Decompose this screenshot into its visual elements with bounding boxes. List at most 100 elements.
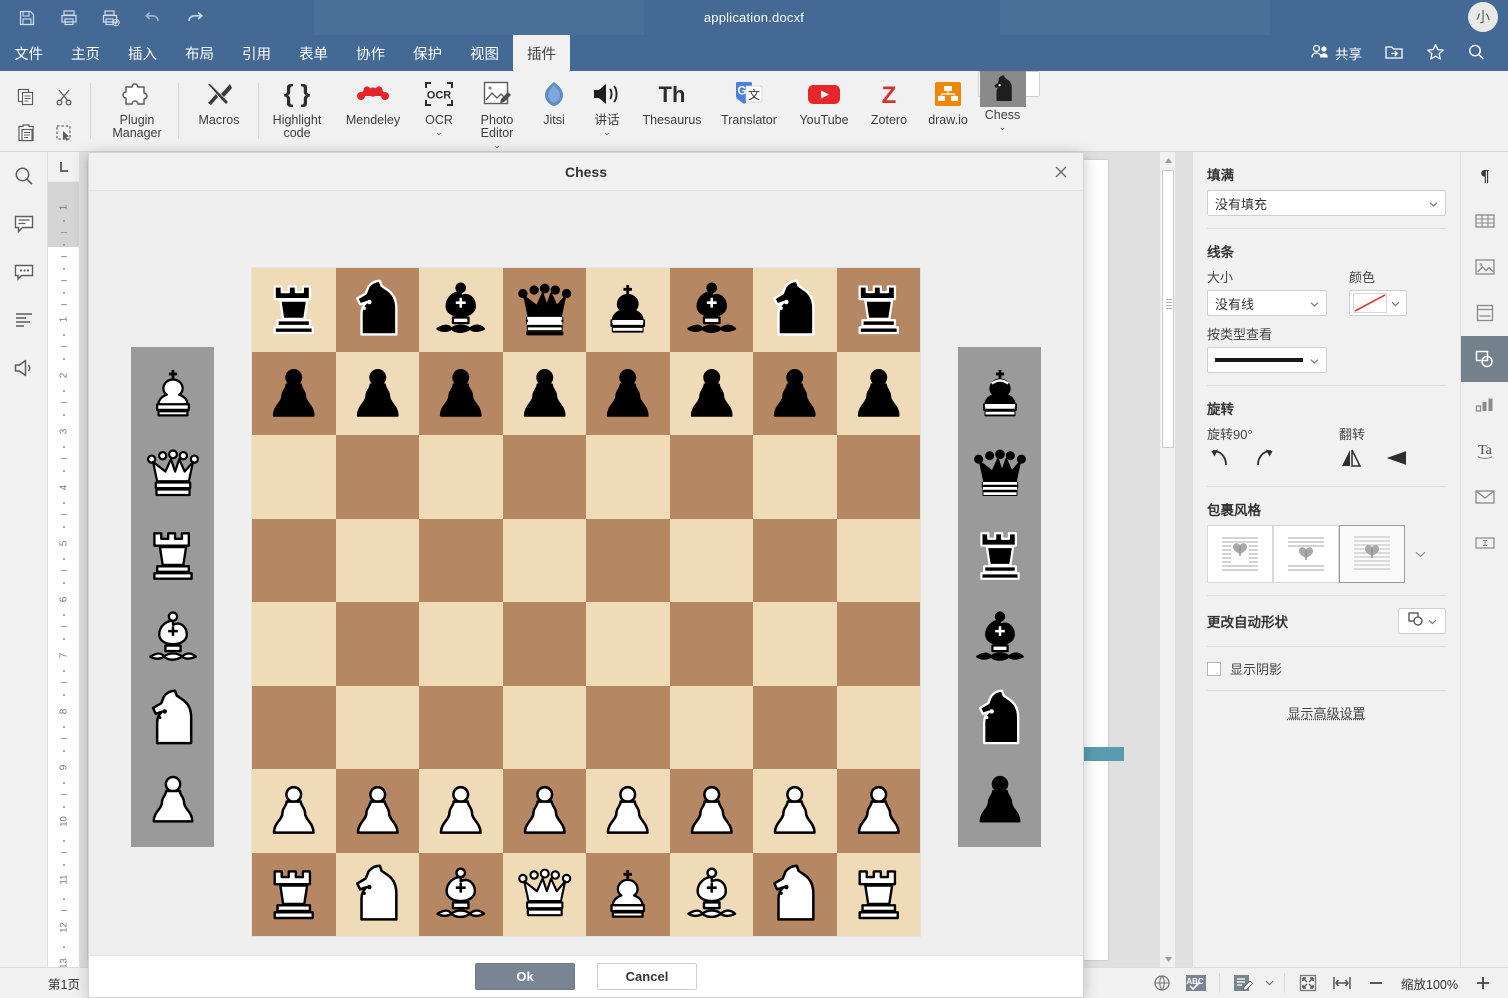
tray-piece-white-bishop[interactable] — [137, 600, 209, 676]
tab-layout[interactable]: 布局 — [171, 35, 228, 71]
square-g7[interactable] — [753, 351, 837, 435]
wrap-through-icon[interactable] — [1339, 525, 1405, 583]
tray-piece-white-pawn[interactable] — [137, 762, 209, 838]
cut-icon[interactable] — [46, 79, 82, 115]
wrap-square-icon[interactable] — [1207, 525, 1273, 583]
plugin-manager-button[interactable]: Plugin Manager — [96, 71, 178, 149]
tab-stop-left-icon[interactable] — [48, 152, 79, 182]
square-f2[interactable] — [669, 769, 753, 853]
favorite-button[interactable] — [1416, 35, 1455, 71]
square-e3[interactable] — [586, 685, 670, 769]
square-b5[interactable] — [335, 518, 419, 602]
square-e2[interactable] — [586, 769, 670, 853]
tab-collaboration[interactable]: 协作 — [342, 35, 399, 71]
macros-button[interactable]: Macros — [178, 71, 260, 149]
flip-horizontal-icon[interactable] — [1339, 447, 1363, 474]
youtube-button[interactable]: YouTube — [788, 71, 860, 149]
highlight-code-button[interactable]: { } Highlight code — [260, 71, 334, 149]
zotero-button[interactable]: Z Zotero — [860, 71, 918, 149]
square-a8[interactable] — [252, 268, 336, 352]
track-changes-icon[interactable] — [1226, 968, 1260, 998]
chevron-down-icon[interactable]: ⌄ — [603, 128, 611, 137]
chevron-down-icon[interactable]: ⌄ — [435, 128, 443, 137]
image-settings-icon[interactable] — [1461, 244, 1508, 290]
zoom-in-icon[interactable] — [1466, 968, 1500, 998]
tab-view[interactable]: 视图 — [456, 35, 513, 71]
shape-settings-icon[interactable] — [1461, 336, 1508, 382]
square-c4[interactable] — [419, 602, 503, 686]
square-c2[interactable] — [419, 769, 503, 853]
scrollbar-thumb[interactable] — [1162, 170, 1174, 448]
square-g3[interactable] — [753, 685, 837, 769]
show-shadow-row[interactable]: 显示阴影 — [1207, 659, 1446, 678]
scroll-down-arrow-icon[interactable] — [1160, 951, 1176, 967]
square-e1[interactable] — [586, 852, 670, 936]
square-a6[interactable] — [252, 435, 336, 519]
square-f6[interactable] — [669, 435, 753, 519]
tray-piece-black-pawn[interactable] — [964, 762, 1036, 838]
square-c3[interactable] — [419, 685, 503, 769]
chess-dialog[interactable]: Chess Ok Cancel — [88, 152, 1084, 998]
ocr-button[interactable]: OCR OCR ⌄ — [412, 71, 466, 149]
square-b2[interactable] — [335, 769, 419, 853]
square-d8[interactable] — [502, 268, 586, 352]
black-piece-tray[interactable] — [958, 347, 1041, 847]
white-piece-tray[interactable] — [131, 347, 214, 847]
square-d2[interactable] — [502, 769, 586, 853]
square-g4[interactable] — [753, 602, 837, 686]
square-h3[interactable] — [836, 685, 920, 769]
square-a7[interactable] — [252, 351, 336, 435]
headings-icon[interactable] — [0, 296, 48, 344]
comment-icon[interactable] — [0, 200, 48, 248]
paragraph-settings-icon[interactable]: ¶ — [1461, 152, 1508, 198]
header-footer-settings-icon[interactable] — [1461, 290, 1508, 336]
tray-piece-black-queen[interactable] — [964, 437, 1036, 513]
square-g1[interactable] — [753, 852, 837, 936]
chat-icon[interactable] — [0, 248, 48, 296]
tab-forms[interactable]: 表单 — [285, 35, 342, 71]
scroll-up-arrow-icon[interactable] — [1160, 152, 1176, 168]
photo-editor-button[interactable]: Photo Editor ⌄ — [466, 71, 528, 150]
square-a4[interactable] — [252, 602, 336, 686]
fill-type-select[interactable]: 没有填充 — [1207, 190, 1446, 216]
square-f4[interactable] — [669, 602, 753, 686]
chess-board[interactable] — [251, 267, 921, 937]
search-button[interactable] — [1457, 35, 1496, 71]
rotate-counterclockwise-icon[interactable] — [1207, 447, 1231, 474]
mail-merge-icon[interactable] — [1461, 474, 1508, 520]
autoshape-picker-button[interactable] — [1398, 608, 1446, 634]
square-c1[interactable] — [419, 852, 503, 936]
square-e4[interactable] — [586, 602, 670, 686]
feedback-icon[interactable] — [0, 344, 48, 392]
square-d1[interactable] — [502, 852, 586, 936]
square-d3[interactable] — [502, 685, 586, 769]
rotate-clockwise-icon[interactable] — [1253, 447, 1277, 474]
tab-plugins[interactable]: 插件 — [513, 35, 570, 71]
document-vertical-scrollbar[interactable] — [1159, 152, 1175, 967]
square-d6[interactable] — [502, 435, 586, 519]
square-d4[interactable] — [502, 602, 586, 686]
square-e8[interactable] — [586, 268, 670, 352]
square-h6[interactable] — [836, 435, 920, 519]
square-c5[interactable] — [419, 518, 503, 602]
line-type-select[interactable] — [1207, 347, 1327, 373]
square-f1[interactable] — [669, 852, 753, 936]
mendeley-button[interactable]: Mendeley — [334, 71, 412, 149]
search-icon[interactable] — [0, 152, 48, 200]
show-shadow-checkbox[interactable] — [1207, 661, 1221, 676]
tab-file[interactable]: 文件 — [0, 35, 57, 71]
square-a5[interactable] — [252, 518, 336, 602]
tab-references[interactable]: 引用 — [228, 35, 285, 71]
square-h2[interactable] — [836, 769, 920, 853]
vertical-ruler[interactable]: 1 1 2 3 4 5 6 7 8 9 10 11 12 13 — [48, 152, 80, 967]
square-f3[interactable] — [669, 685, 753, 769]
show-advanced-settings-link[interactable]: 显示高级设置 — [1207, 703, 1446, 722]
square-h7[interactable] — [836, 351, 920, 435]
zoom-level-label[interactable]: 缩放100% — [1393, 974, 1466, 993]
square-c8[interactable] — [419, 268, 503, 352]
square-b7[interactable] — [335, 351, 419, 435]
square-f5[interactable] — [669, 518, 753, 602]
jitsi-button[interactable]: Jitsi — [528, 71, 580, 149]
square-g2[interactable] — [753, 769, 837, 853]
square-d5[interactable] — [502, 518, 586, 602]
